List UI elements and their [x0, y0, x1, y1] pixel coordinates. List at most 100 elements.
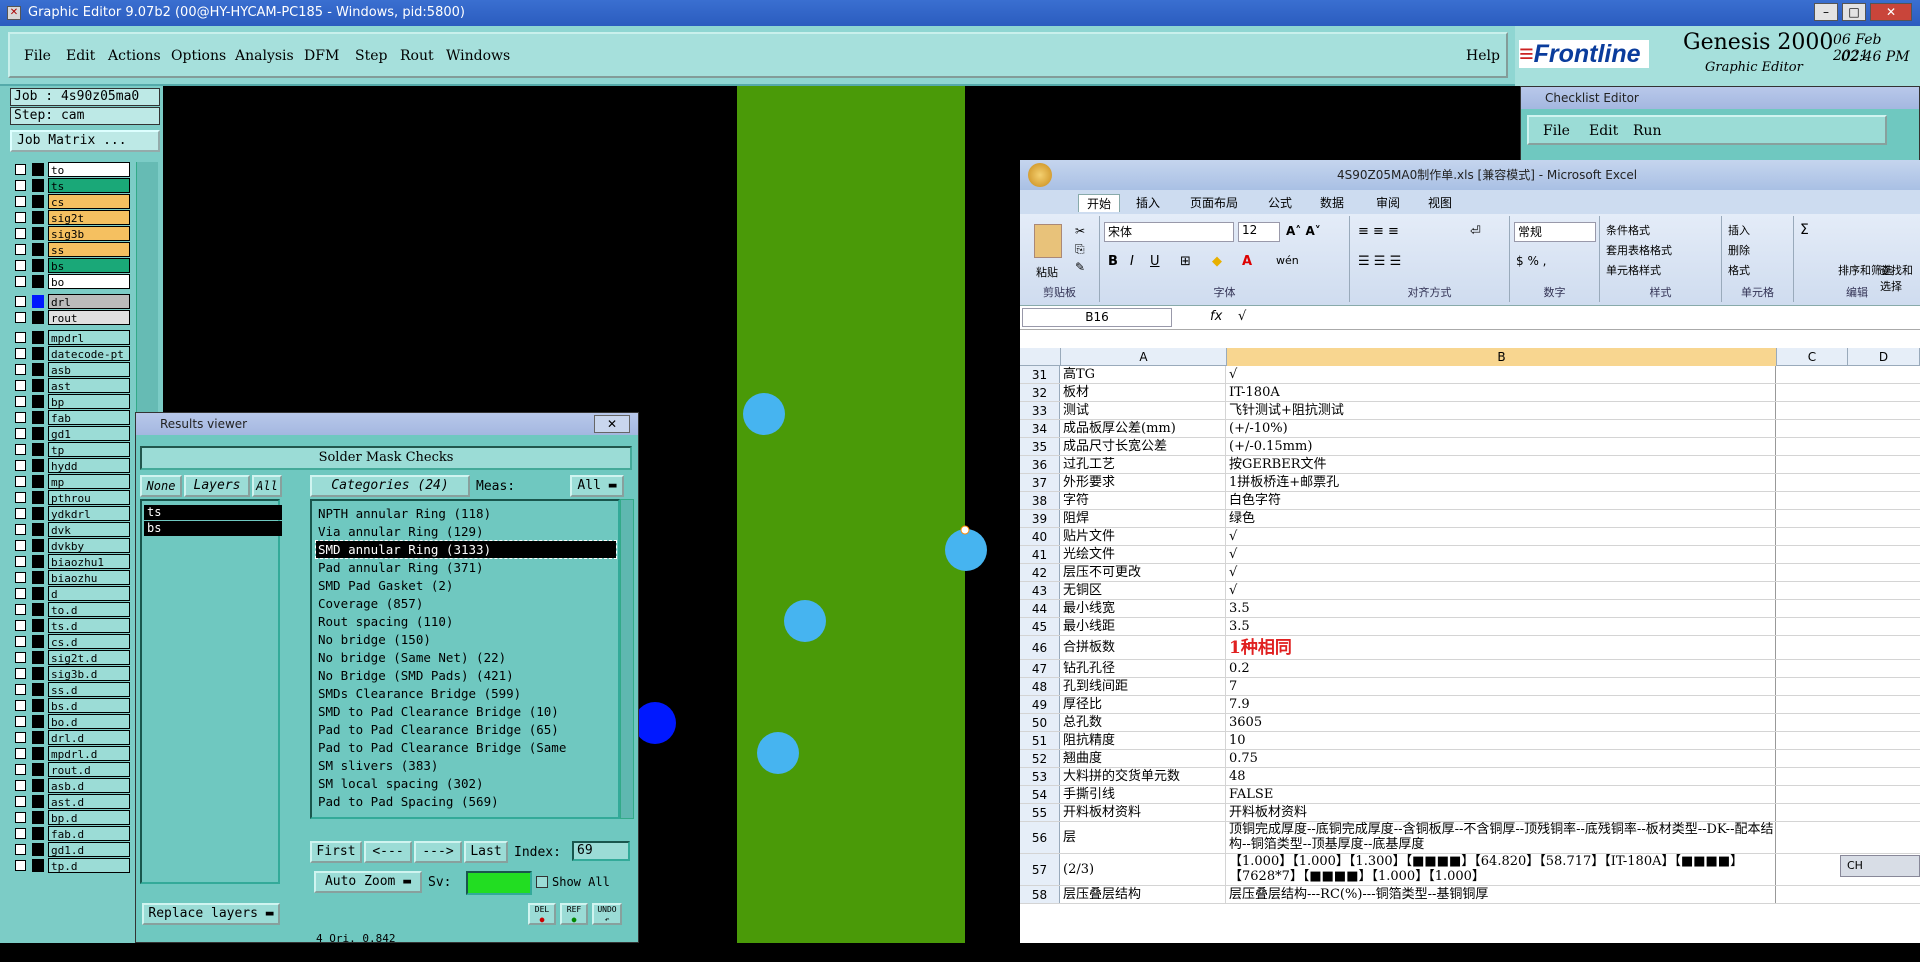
cell-a[interactable]: 钻孔孔径: [1061, 660, 1226, 677]
layer-row[interactable]: bs: [12, 258, 132, 273]
layer-checkbox[interactable]: [15, 652, 26, 663]
layer-name[interactable]: gd1.d: [48, 842, 130, 857]
category-scrollbar[interactable]: [620, 499, 634, 819]
conditional-format-button[interactable]: 条件格式: [1606, 222, 1650, 238]
row-number[interactable]: 40: [1020, 528, 1060, 545]
category-item[interactable]: Pad to Pad Clearance Bridge (65): [316, 721, 616, 738]
cell-a[interactable]: 板材: [1061, 384, 1226, 401]
layer-name[interactable]: pthrou: [48, 490, 130, 505]
bold-icon[interactable]: B: [1108, 254, 1118, 269]
layer-row[interactable]: cs.d: [12, 634, 132, 649]
category-item[interactable]: SMD Pad Gasket (2): [316, 577, 616, 594]
menu-edit[interactable]: Edit: [66, 48, 95, 64]
layer-checkbox[interactable]: [15, 260, 26, 271]
layer-row[interactable]: fab: [12, 410, 132, 425]
layer-row[interactable]: ss.d: [12, 682, 132, 697]
checklist-menu-edit[interactable]: Edit: [1589, 123, 1618, 139]
phonetic-icon[interactable]: wén: [1276, 254, 1299, 267]
layer-name[interactable]: bp: [48, 394, 130, 409]
font-size-select[interactable]: 12: [1238, 222, 1280, 242]
layer-name[interactable]: ast: [48, 378, 130, 393]
layer-row[interactable]: gd1.d: [12, 842, 132, 857]
results-layer-item[interactable]: ts: [144, 505, 282, 520]
category-item[interactable]: Rout spacing (110): [316, 613, 616, 630]
ribbon-tab[interactable]: 数据: [1320, 194, 1344, 211]
results-close-button[interactable]: ✕: [594, 415, 630, 433]
worksheet-grid[interactable]: 31 高TG √ 32 板材 IT-180A 33 测试 飞针测试+阻抗测试 34 成品板厚公差(m…: [1020, 366, 1920, 943]
underline-icon[interactable]: U: [1150, 254, 1160, 269]
layer-name[interactable]: dvkby: [48, 538, 130, 553]
layer-row[interactable]: tp: [12, 442, 132, 457]
copy-icon[interactable]: ⎘: [1075, 242, 1085, 257]
cell-b[interactable]: 层压叠层结构---RC(%)---铜箔类型--基铜铜厚: [1227, 886, 1776, 903]
last-button[interactable]: Last: [464, 841, 508, 863]
layer-name[interactable]: hydd: [48, 458, 130, 473]
menu-windows[interactable]: Windows: [446, 48, 510, 64]
row-number[interactable]: 37: [1020, 474, 1060, 491]
job-matrix-button[interactable]: Job Matrix ...: [10, 130, 160, 152]
layer-row[interactable]: pthrou: [12, 490, 132, 505]
layer-checkbox[interactable]: [15, 196, 26, 207]
cell-a[interactable]: 总孔数: [1061, 714, 1226, 731]
layer-checkbox[interactable]: [15, 332, 26, 343]
layer-row[interactable]: ts: [12, 178, 132, 193]
layer-checkbox[interactable]: [15, 684, 26, 695]
select-all-corner[interactable]: [1020, 348, 1061, 366]
layer-checkbox[interactable]: [15, 668, 26, 679]
sv-color-select[interactable]: [466, 871, 532, 895]
layer-row[interactable]: rout.d: [12, 762, 132, 777]
layer-name[interactable]: bs.d: [48, 698, 130, 713]
layer-row[interactable]: hydd: [12, 458, 132, 473]
layer-row[interactable]: cs: [12, 194, 132, 209]
meas-select[interactable]: All ▬: [570, 475, 624, 497]
layer-name[interactable]: datecode-pt: [48, 346, 130, 361]
category-item[interactable]: SMD annular Ring (3133): [315, 540, 617, 559]
cell-b[interactable]: 48: [1227, 768, 1776, 785]
border-icon[interactable]: ⊞: [1180, 254, 1191, 269]
menu-file[interactable]: File: [24, 48, 51, 64]
insert-button[interactable]: 插入: [1728, 222, 1750, 238]
layer-name[interactable]: bo.d: [48, 714, 130, 729]
layer-row[interactable]: dvkby: [12, 538, 132, 553]
row-number[interactable]: 58: [1020, 886, 1060, 903]
cell-b[interactable]: IT-180A: [1227, 384, 1776, 401]
cell-b[interactable]: 飞针测试+阻抗测试: [1227, 402, 1776, 419]
layer-name[interactable]: drl: [48, 294, 130, 309]
row-number[interactable]: 35: [1020, 438, 1060, 455]
ribbon-tab[interactable]: 开始: [1078, 194, 1121, 212]
show-all-checkbox[interactable]: [536, 876, 548, 888]
layer-row[interactable]: ts.d: [12, 618, 132, 633]
layers-button[interactable]: Layers: [184, 475, 250, 497]
menu-analysis[interactable]: Analysis: [235, 48, 294, 64]
layer-checkbox[interactable]: [15, 228, 26, 239]
layer-row[interactable]: sig3b.d: [12, 666, 132, 681]
ribbon-tab[interactable]: 审阅: [1376, 194, 1400, 211]
layer-name[interactable]: tp.d: [48, 858, 130, 873]
name-box[interactable]: B16: [1022, 308, 1172, 327]
layer-checkbox[interactable]: [15, 604, 26, 615]
layer-name[interactable]: tp: [48, 442, 130, 457]
cell-b[interactable]: 7.9: [1227, 696, 1776, 713]
cell-a[interactable]: 外形要求: [1061, 474, 1226, 491]
none-button[interactable]: None: [140, 475, 182, 497]
layer-row[interactable]: biaozhu1: [12, 554, 132, 569]
row-number[interactable]: 45: [1020, 618, 1060, 635]
layer-name[interactable]: cs.d: [48, 634, 130, 649]
layer-name[interactable]: sig3b.d: [48, 666, 130, 681]
font-color-icon[interactable]: A: [1242, 254, 1252, 269]
menu-step[interactable]: Step: [355, 48, 387, 64]
category-item[interactable]: No bridge (150): [316, 631, 616, 648]
paste-icon[interactable]: [1034, 224, 1062, 258]
row-number[interactable]: 50: [1020, 714, 1060, 731]
category-item[interactable]: No Bridge (SMD Pads) (421): [316, 667, 616, 684]
layer-checkbox[interactable]: [15, 732, 26, 743]
layer-checkbox[interactable]: [15, 748, 26, 759]
cell-b[interactable]: √: [1227, 564, 1776, 581]
layer-row[interactable]: dvk: [12, 522, 132, 537]
row-number[interactable]: 36: [1020, 456, 1060, 473]
align-left-icon[interactable]: ☰ ☰ ☰: [1358, 254, 1401, 269]
layer-row[interactable]: to.d: [12, 602, 132, 617]
category-item[interactable]: Coverage (857): [316, 595, 616, 612]
ime-indicator[interactable]: CH: [1840, 855, 1920, 877]
layer-row[interactable]: ydkdrl: [12, 506, 132, 521]
